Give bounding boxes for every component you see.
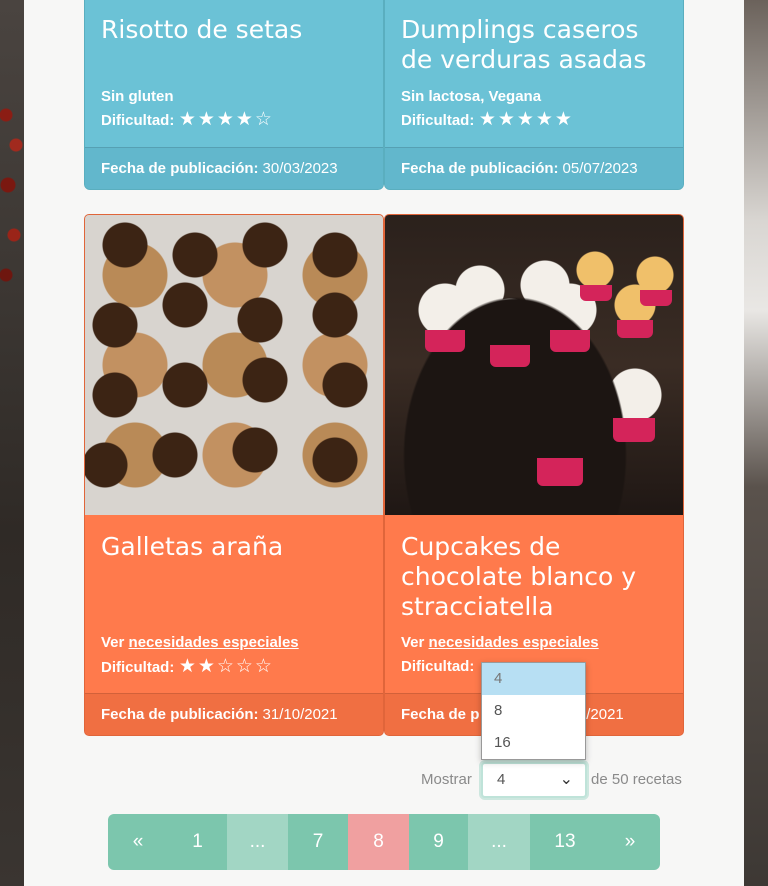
page-next-button[interactable]: »: [600, 814, 660, 870]
special-needs-link[interactable]: necesidades especiales: [429, 634, 599, 651]
recipe-tags: Sin lactosa, Vegana: [401, 88, 542, 105]
date-label: Fecha de p: [401, 706, 480, 723]
cupcake-liner: [490, 345, 530, 367]
page-ellipsis: ...: [227, 814, 288, 870]
difficulty-stars: ★ ★ ★ ★ ☆: [178, 109, 272, 130]
star-filled-icon: ★: [197, 109, 215, 130]
recipe-title[interactable]: Cupcakes de chocolate blanco y stracciat…: [385, 532, 683, 622]
background-right: [744, 0, 768, 886]
date-label: Fecha de publicación:: [101, 160, 259, 177]
date-value: 31/10/2021: [262, 706, 338, 723]
recipe-difficulty: Dificultad: ★ ★ ★ ★ ☆: [101, 109, 272, 130]
background-berries: [0, 95, 24, 295]
recipe-card-cupcakes[interactable]: Cupcakes de chocolate blanco y stracciat…: [384, 214, 684, 736]
recipe-card-galletas[interactable]: Galletas araña Ver necesidades especiale…: [84, 214, 384, 736]
page-button-8-current[interactable]: 8: [348, 814, 409, 870]
cupcake-liner: [580, 285, 612, 301]
star-empty-icon: ☆: [216, 656, 234, 677]
star-empty-icon: ☆: [235, 656, 253, 677]
cupcake-liner: [617, 320, 653, 338]
difficulty-label: Dificultad:: [401, 658, 475, 675]
recipe-title[interactable]: Dumplings caseros de verduras asadas: [385, 15, 683, 75]
special-needs-row: Ver necesidades especiales: [101, 634, 299, 651]
recipe-card-dumplings[interactable]: Dumplings caseros de verduras asadas Sin…: [384, 0, 684, 190]
recipe-title[interactable]: Risotto de setas: [85, 15, 383, 45]
page-size-option-8[interactable]: 8: [482, 695, 585, 727]
special-needs-link[interactable]: necesidades especiales: [129, 634, 299, 651]
cupcake-liner: [425, 330, 465, 352]
difficulty-label: Dificultad:: [101, 658, 175, 676]
recipe-card-risotto[interactable]: Risotto de setas Sin gluten Dificultad: …: [84, 0, 384, 190]
recipes-panel: Risotto de setas Sin gluten Dificultad: …: [24, 0, 744, 886]
publication-date-row: Fecha de publicación: 05/07/2023: [385, 147, 683, 189]
special-needs-row: Ver necesidades especiales: [401, 634, 599, 651]
star-filled-icon: ★: [497, 109, 515, 130]
recipe-difficulty: Dificultad:: [401, 658, 474, 675]
recipe-photo[interactable]: [85, 215, 383, 515]
cupcake-liner: [537, 458, 583, 486]
see-label: Ver: [101, 634, 125, 651]
publication-date-row: Fecha de publicación: 31/10/2021: [85, 693, 383, 735]
star-filled-icon: ★: [478, 109, 496, 130]
star-filled-icon: ★: [535, 109, 553, 130]
star-filled-icon: ★: [178, 656, 196, 677]
date-label: Fecha de publicación:: [401, 160, 559, 177]
recipe-difficulty: Dificultad: ★ ★ ☆ ☆ ☆: [101, 656, 272, 677]
date-value: 05/07/2023: [562, 160, 638, 177]
cupcake-liner: [640, 290, 672, 306]
cupcake-liner: [550, 330, 590, 352]
page-size-option-4[interactable]: 4: [482, 663, 585, 695]
page-button-1[interactable]: 1: [168, 814, 227, 870]
publication-date-row: Fecha de publicación: 30/03/2023: [85, 147, 383, 189]
page-ellipsis: ...: [468, 814, 530, 870]
star-filled-icon: ★: [216, 109, 234, 130]
page-size-option-16[interactable]: 16: [482, 727, 585, 759]
page-size-value: 4: [497, 771, 506, 788]
difficulty-stars: ★ ★ ☆ ☆ ☆: [178, 656, 272, 677]
pagination: « 1 ... 7 8 9 ... 13 »: [108, 814, 660, 870]
recipe-tags: Sin gluten: [101, 88, 174, 105]
star-filled-icon: ★: [235, 109, 253, 130]
chevron-down-icon: ⌄: [559, 771, 573, 788]
date-value: 30/03/2023: [262, 160, 338, 177]
background-left: [0, 0, 24, 886]
see-label: Ver: [401, 634, 425, 651]
recipe-photo[interactable]: [385, 215, 683, 515]
difficulty-stars: ★ ★ ★ ★ ★: [478, 109, 572, 130]
recipe-title[interactable]: Galletas araña: [85, 532, 383, 562]
date-label: Fecha de publicación:: [101, 706, 259, 723]
star-filled-icon: ★: [554, 109, 572, 130]
page-button-9[interactable]: 9: [409, 814, 468, 870]
page-size-dropdown: 4 8 16: [481, 662, 586, 760]
recipe-difficulty: Dificultad: ★ ★ ★ ★ ★: [401, 109, 572, 130]
star-empty-icon: ☆: [254, 656, 272, 677]
page-size-select[interactable]: 4 ⌄: [481, 762, 587, 798]
page-button-13[interactable]: 13: [530, 814, 600, 870]
total-recipes-label: de 50 recetas: [591, 771, 682, 788]
star-filled-icon: ★: [197, 656, 215, 677]
star-filled-icon: ★: [516, 109, 534, 130]
star-filled-icon: ★: [178, 109, 196, 130]
star-empty-icon: ☆: [254, 109, 272, 130]
difficulty-label: Dificultad:: [101, 111, 175, 129]
cupcake-liner: [613, 418, 655, 442]
page-button-7[interactable]: 7: [288, 814, 348, 870]
page-size-row: Mostrar 4 ⌄ de 50 recetas: [24, 762, 744, 798]
difficulty-label: Dificultad:: [401, 111, 475, 129]
show-label: Mostrar: [421, 771, 472, 788]
page-prev-button[interactable]: «: [108, 814, 168, 870]
